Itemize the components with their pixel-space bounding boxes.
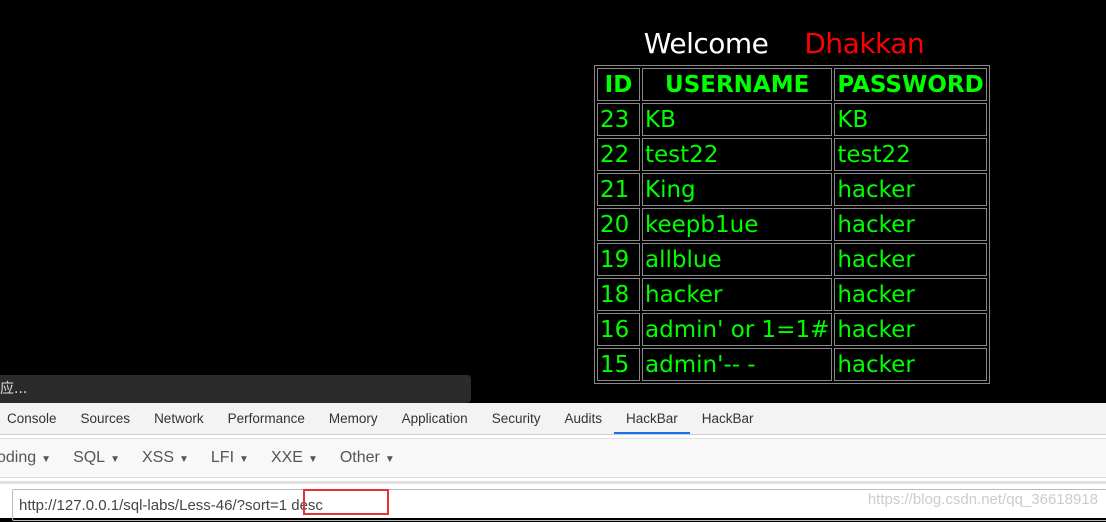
header-id: ID — [597, 68, 640, 101]
tab-hackbar[interactable]: HackBar — [614, 403, 690, 434]
hackbar-toolbar: oding ▼ SQL ▼ XSS ▼ LFI ▼ XXE ▼ Other ▼ — [0, 438, 1106, 478]
cell-username: admin'-- - — [642, 348, 833, 381]
cell-password: hacker — [834, 173, 987, 206]
devtools-tabs: Console Sources Network Performance Memory Ap… — [0, 403, 1106, 435]
menu-label: XXE — [270, 449, 303, 466]
cell-password: hacker — [834, 208, 987, 241]
caret-down-icon: ▼ — [384, 454, 395, 465]
menu-sql[interactable]: SQL ▼ — [73, 449, 120, 467]
cell-id: 20 — [597, 208, 640, 241]
caret-down-icon: ▼ — [179, 454, 189, 465]
tab-audits[interactable]: Audits — [552, 403, 614, 434]
cell-username: hacker — [642, 278, 833, 311]
cell-password: hacker — [834, 348, 987, 381]
caret-down-icon: ▼ — [41, 454, 52, 465]
tab-hackbar[interactable]: HackBar — [690, 403, 766, 434]
welcome-heading: Welcome Dhakkan — [594, 27, 974, 60]
menu-label: XSS — [141, 449, 174, 466]
cell-username: KB — [642, 103, 833, 136]
cell-username: King — [642, 173, 833, 206]
cell-username: test22 — [642, 138, 833, 171]
cell-password: hacker — [834, 313, 987, 346]
cell-id: 19 — [597, 243, 640, 276]
cell-password: hacker — [834, 278, 987, 311]
cell-password: KB — [834, 103, 987, 136]
menu-lfi[interactable]: LFI ▼ — [211, 449, 249, 467]
menu-label: LFI — [210, 449, 235, 466]
cell-username: admin' or 1=1# — [642, 313, 833, 346]
caret-down-icon: ▼ — [110, 454, 120, 465]
tab-console[interactable]: Console — [0, 403, 69, 434]
tab-security[interactable]: Security — [480, 403, 553, 434]
header-password: PASSWORD — [834, 68, 987, 101]
table-row: 16 admin' or 1=1# hacker — [597, 313, 987, 346]
table-row: 21 King hacker — [597, 173, 987, 206]
cell-password: hacker — [834, 243, 987, 276]
menu-xss[interactable]: XSS ▼ — [142, 449, 189, 467]
caret-down-icon: ▼ — [307, 454, 318, 465]
menu-xxe[interactable]: XXE ▼ — [271, 449, 318, 467]
divider — [0, 481, 1106, 484]
watermark: https://blog.csdn.net/qq_36618918 — [867, 491, 1098, 508]
tab-performance[interactable]: Performance — [216, 403, 317, 434]
table-row: 23 KB KB — [597, 103, 987, 136]
table-row: 20 keepb1ue hacker — [597, 208, 987, 241]
tab-sources[interactable]: Sources — [69, 403, 143, 434]
table-row: 18 hacker hacker — [597, 278, 987, 311]
tab-application[interactable]: Application — [390, 403, 480, 434]
menu-other[interactable]: Other ▼ — [340, 449, 395, 467]
cell-id: 18 — [597, 278, 640, 311]
header-username: USERNAME — [642, 68, 833, 101]
menu-label: SQL — [73, 449, 106, 466]
status-tooltip: 应... — [0, 375, 471, 403]
username-text: Dhakkan — [804, 27, 925, 60]
tab-network[interactable]: Network — [142, 403, 216, 434]
table-row: 19 allblue hacker — [597, 243, 987, 276]
welcome-text: Welcome — [643, 27, 769, 60]
cell-id: 22 — [597, 138, 640, 171]
cell-id: 21 — [597, 173, 640, 206]
highlight-box — [303, 489, 389, 515]
menu-label: oding — [0, 449, 37, 466]
table-header: ID USERNAME PASSWORD — [597, 68, 987, 101]
caret-down-icon: ▼ — [239, 454, 249, 465]
cell-username: keepb1ue — [642, 208, 833, 241]
menu-label: Other — [339, 449, 380, 466]
cell-password: test22 — [834, 138, 987, 171]
table-row: 15 admin'-- - hacker — [597, 348, 987, 381]
menu-oding[interactable]: oding ▼ — [0, 449, 51, 467]
cell-id: 23 — [597, 103, 640, 136]
table-row: 22 test22 test22 — [597, 138, 987, 171]
tab-memory[interactable]: Memory — [317, 403, 390, 434]
users-table: ID USERNAME PASSWORD 23 KB KB 22 test22 test2… — [594, 65, 990, 384]
cell-id: 16 — [597, 313, 640, 346]
cell-username: allblue — [642, 243, 833, 276]
cell-id: 15 — [597, 348, 640, 381]
